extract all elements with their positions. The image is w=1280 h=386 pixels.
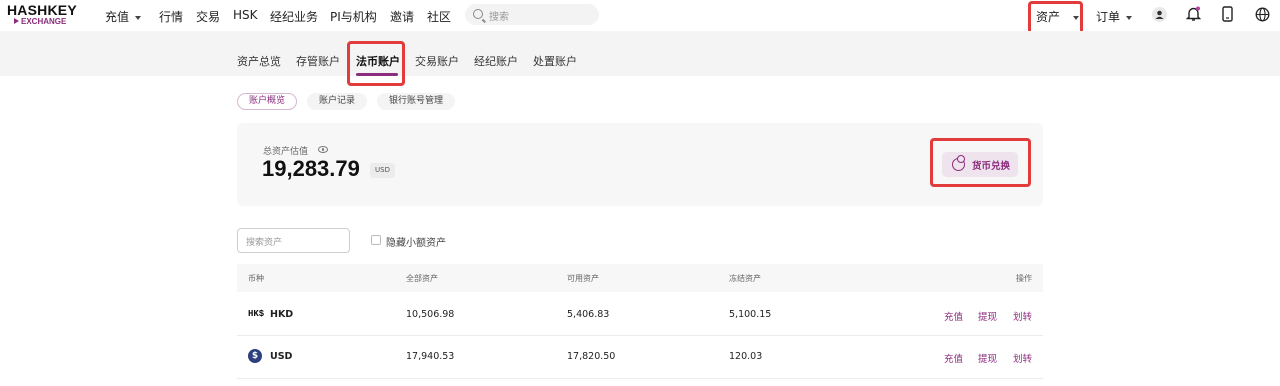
available-amount: 5,406.83 — [567, 309, 610, 320]
search-input[interactable]: 搜索 — [465, 4, 599, 25]
phone-icon[interactable] — [1222, 6, 1233, 22]
eye-icon[interactable] — [318, 146, 328, 153]
search-placeholder: 搜索 — [489, 12, 509, 23]
withdraw-link[interactable]: 提现 — [978, 351, 997, 365]
avatar-icon[interactable] — [1152, 7, 1167, 22]
nav-community[interactable]: 社区 — [427, 8, 451, 25]
transfer-link[interactable]: 划转 — [1013, 351, 1032, 365]
tab-brokerage[interactable]: 经纪账户 — [474, 53, 518, 69]
logo-wordmark: HASHKEY — [7, 2, 77, 18]
table-header — [237, 264, 1043, 292]
tab-trading[interactable]: 交易账户 — [415, 53, 459, 69]
nav-institutions[interactable]: PI与机构 — [330, 8, 377, 25]
hashkey-logo[interactable]: HASHKEY EXCHANGE — [7, 2, 87, 28]
nav-hsk[interactable]: HSK — [233, 8, 258, 22]
tab-disposal[interactable]: 处置账户 — [533, 53, 577, 69]
nav-markets[interactable]: 行情 — [159, 8, 183, 25]
nav-invite[interactable]: 邀请 — [390, 8, 414, 25]
highlight-fiat-tab — [347, 41, 405, 86]
highlight-assets-menu — [1028, 1, 1083, 35]
orders-menu[interactable]: 订单 — [1096, 8, 1133, 25]
bell-icon[interactable] — [1186, 6, 1201, 22]
top-navbar: HASHKEY EXCHANGE 充值 行情 交易 HSK 经纪业务 PI与机构… — [0, 0, 1280, 31]
nav-deposit[interactable]: 充值 — [105, 8, 142, 25]
frozen-amount: 5,100.15 — [729, 309, 772, 320]
row-divider — [237, 378, 1043, 379]
usd-icon: $ — [248, 349, 262, 363]
hkd-icon: HK$ — [248, 309, 265, 319]
col-available: 可用资产 — [567, 274, 599, 283]
col-total: 全部资产 — [406, 274, 438, 283]
transfer-link[interactable]: 划转 — [1013, 309, 1032, 323]
tab-overview[interactable]: 资产总览 — [237, 53, 281, 69]
hide-small-label[interactable]: 隐藏小额资产 — [386, 234, 446, 249]
deposit-link[interactable]: 充值 — [944, 309, 963, 323]
asset-search-input[interactable]: 搜索资产 — [237, 228, 350, 253]
currency-unit-badge: USD — [370, 163, 395, 178]
nav-deposit-label: 充值 — [105, 10, 130, 24]
nav-trade[interactable]: 交易 — [196, 8, 220, 25]
search-icon — [473, 9, 483, 19]
logo-subtitle: EXCHANGE — [21, 17, 67, 26]
total-amount: 17,940.53 — [406, 351, 455, 362]
chevron-down-icon — [1126, 15, 1133, 20]
coin-name: HKD — [270, 309, 294, 320]
col-coin: 币种 — [248, 274, 264, 283]
hide-small-checkbox[interactable] — [371, 235, 381, 245]
account-tabs-bar — [0, 31, 1280, 76]
coin-name: USD — [270, 351, 293, 362]
deposit-link[interactable]: 充值 — [944, 351, 963, 365]
highlight-convert-button — [930, 138, 1031, 187]
col-frozen: 冻结资产 — [729, 274, 761, 283]
row-divider — [237, 335, 1043, 336]
orders-menu-label: 订单 — [1096, 10, 1121, 24]
frozen-amount: 120.03 — [729, 351, 763, 362]
total-amount: 10,506.98 — [406, 309, 455, 320]
nav-brokerage[interactable]: 经纪业务 — [270, 8, 318, 25]
subtab-bank-accounts[interactable]: 银行账号管理 — [377, 93, 455, 110]
total-assets-value: 19,283.79 — [262, 156, 360, 181]
tab-custody[interactable]: 存管账户 — [296, 53, 340, 69]
logo-arrow-icon — [14, 18, 19, 24]
globe-icon[interactable] — [1255, 7, 1270, 22]
col-action: 操作 — [1016, 274, 1032, 283]
withdraw-link[interactable]: 提现 — [978, 309, 997, 323]
subtab-account-overview[interactable]: 账户概览 — [237, 93, 297, 110]
chevron-down-icon — [135, 15, 142, 20]
available-amount: 17,820.50 — [567, 351, 616, 362]
asset-search-placeholder: 搜索资产 — [246, 238, 283, 248]
subtab-account-records[interactable]: 账户记录 — [307, 93, 367, 110]
